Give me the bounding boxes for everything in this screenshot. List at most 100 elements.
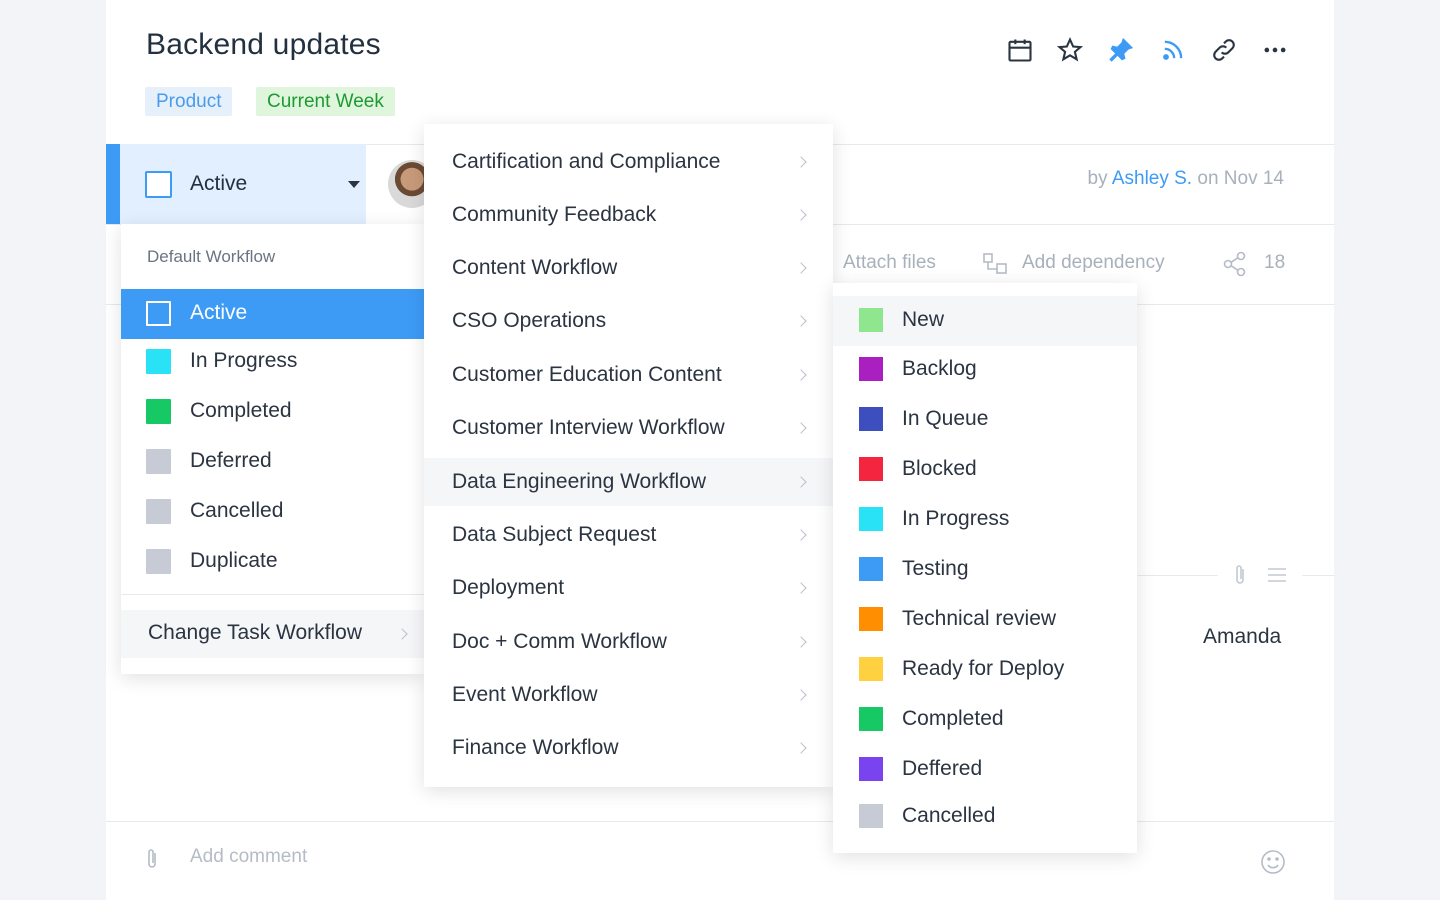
menu-lines-icon[interactable] — [1263, 561, 1291, 589]
status-swatch — [859, 557, 883, 581]
status-option-label: In Progress — [190, 349, 298, 372]
author-name[interactable]: Ashley S. — [1112, 168, 1192, 189]
workflow-status-dropdown: New Backlog In Queue Blocked In Progress… — [833, 283, 1137, 853]
section-title: Default Workflow — [147, 247, 276, 266]
chevron-right-icon — [795, 636, 807, 648]
workflow-item[interactable]: Doc + Comm Workflow — [424, 618, 833, 666]
status-option-deferred[interactable]: Deferred — [121, 437, 424, 487]
change-workflow-item[interactable]: Change Task Workflow — [121, 610, 424, 658]
status-swatch — [146, 449, 171, 474]
workflow-item[interactable]: Customer Interview Workflow — [424, 404, 833, 452]
tag-product[interactable]: Product — [145, 87, 233, 116]
workflow-label: Community Feedback — [452, 203, 657, 226]
link-icon[interactable] — [1210, 36, 1238, 64]
status-option-cancelled[interactable]: Cancelled — [121, 487, 424, 537]
workflow-label: CSO Operations — [452, 309, 607, 332]
chevron-right-icon — [795, 369, 807, 381]
task-title[interactable]: Backend updates — [146, 28, 381, 62]
add-dependency-link[interactable]: Add dependency — [1022, 252, 1165, 274]
workflow-item[interactable]: Community Feedback — [424, 191, 833, 239]
workflow-status-item[interactable]: In Progress — [833, 495, 1137, 545]
status-option-completed[interactable]: Completed — [121, 387, 424, 437]
workflow-item[interactable]: Data Subject Request — [424, 511, 833, 559]
workflow-status-item[interactable]: Ready for Deploy — [833, 645, 1137, 695]
status-option-label: Cancelled — [190, 499, 284, 522]
more-icon[interactable] — [1261, 36, 1289, 64]
chevron-right-icon — [795, 742, 807, 754]
workflow-label: Content Workflow — [452, 256, 618, 279]
chevron-right-icon — [795, 689, 807, 701]
chevron-right-icon — [795, 529, 807, 541]
workflow-label: Cartification and Compliance — [452, 150, 721, 173]
workflow-item[interactable]: Content Workflow — [424, 244, 833, 292]
workflow-status-label: In Queue — [902, 407, 989, 430]
chevron-right-icon — [795, 156, 807, 168]
divider — [121, 594, 424, 595]
workflow-status-label: Completed — [902, 707, 1004, 730]
workflow-status-item[interactable]: In Queue — [833, 395, 1137, 445]
paperclip-icon[interactable] — [138, 845, 166, 873]
workflow-status-label: In Progress — [902, 507, 1010, 530]
chevron-right-icon — [795, 476, 807, 488]
workflow-status-item[interactable]: Blocked — [833, 445, 1137, 495]
workflow-status-item[interactable]: Technical review — [833, 595, 1137, 645]
workflow-status-item[interactable]: Deffered — [833, 745, 1137, 795]
dependency-icon[interactable] — [981, 250, 1009, 278]
calendar-icon[interactable] — [1006, 36, 1034, 64]
workflow-status-item[interactable]: New — [833, 296, 1137, 346]
status-label: Active — [190, 172, 248, 195]
status-option-duplicate[interactable]: Duplicate — [121, 537, 424, 587]
author-info: by Ashley S. on Nov 14 — [1088, 168, 1284, 190]
status-swatch — [146, 499, 171, 524]
status-swatch — [146, 549, 171, 574]
workflow-status-label: Cancelled — [902, 804, 996, 827]
chevron-right-icon — [795, 422, 807, 434]
status-checkbox[interactable] — [145, 171, 172, 198]
workflow-status-item[interactable]: Testing — [833, 545, 1137, 595]
workflow-item[interactable]: Customer Education Content — [424, 351, 833, 399]
workflow-label: Data Subject Request — [452, 523, 657, 546]
comment-input[interactable]: Add comment — [190, 846, 307, 868]
workflow-item[interactable]: Deployment — [424, 564, 833, 612]
caret-down-icon[interactable] — [348, 181, 360, 188]
workflow-status-item[interactable]: Backlog — [833, 345, 1137, 395]
assignee-name[interactable]: Amanda — [1203, 625, 1281, 649]
author-prefix: by — [1087, 168, 1108, 189]
author-date: on Nov 14 — [1197, 168, 1284, 189]
share-icon[interactable] — [1221, 250, 1249, 278]
status-swatch — [146, 349, 171, 374]
status-swatch — [146, 399, 171, 424]
workflow-status-label: Deffered — [902, 757, 983, 780]
pin-icon[interactable] — [1107, 36, 1135, 64]
status-option-label: Completed — [190, 399, 292, 422]
workflow-item[interactable]: CSO Operations — [424, 297, 833, 345]
chevron-right-icon — [795, 582, 807, 594]
workflow-status-item[interactable]: Cancelled — [833, 792, 1137, 842]
status-selector[interactable]: Active — [106, 144, 366, 224]
emoji-icon[interactable] — [1259, 848, 1287, 876]
divider — [1138, 575, 1218, 576]
status-swatch — [859, 457, 883, 481]
workflow-label: Customer Interview Workflow — [452, 416, 725, 439]
workflow-item[interactable]: Finance Workflow — [424, 724, 833, 772]
status-option-label: Active — [190, 301, 248, 324]
workflow-item[interactable]: Event Workflow — [424, 671, 833, 719]
status-option-active[interactable]: Active — [121, 289, 424, 339]
tag-current-week[interactable]: Current Week — [256, 87, 395, 116]
workflow-label: Customer Education Content — [452, 363, 722, 386]
workflow-status-item[interactable]: Completed — [833, 695, 1137, 745]
status-option-in-progress[interactable]: In Progress — [121, 337, 424, 387]
rss-icon[interactable] — [1159, 36, 1187, 64]
status-swatch — [146, 301, 171, 326]
divider — [1302, 575, 1334, 576]
attach-files-link[interactable]: Attach files — [843, 252, 936, 274]
workflow-label: Event Workflow — [452, 683, 598, 706]
workflow-dropdown: Cartification and Compliance Community F… — [424, 124, 833, 787]
star-icon[interactable] — [1056, 36, 1084, 64]
paperclip-icon[interactable] — [1226, 561, 1254, 589]
workflow-status-label: Technical review — [902, 607, 1057, 630]
status-option-label: Deferred — [190, 449, 272, 472]
workflow-status-label: Backlog — [902, 357, 977, 380]
workflow-item[interactable]: Cartification and Compliance — [424, 138, 833, 186]
workflow-item-hovered[interactable]: Data Engineering Workflow — [424, 458, 833, 506]
